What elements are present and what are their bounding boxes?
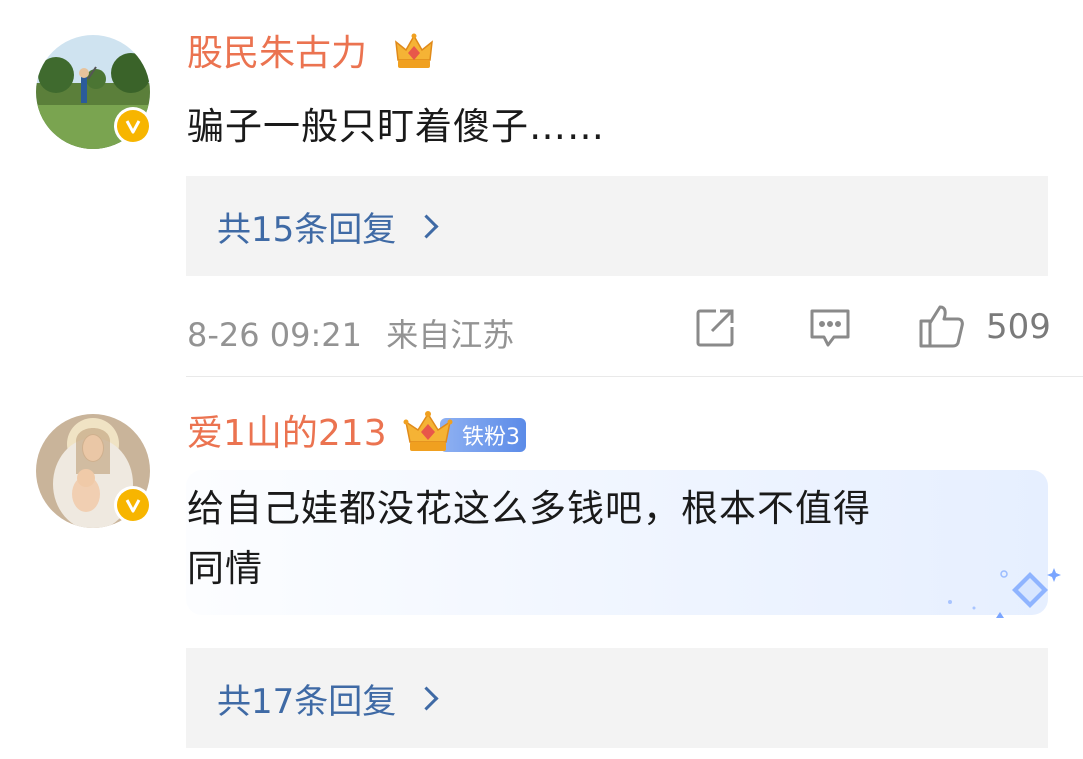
username[interactable]: 股民朱古力 [187,32,367,76]
crown-icon[interactable] [392,30,436,78]
replies-label: 共17条回复 [217,681,397,722]
comment-meta: 8-26 09:21 来自江苏 [187,310,514,356]
replies-button[interactable]: 共17条回复 [186,648,1048,748]
fan-badge-label: 铁粉3 [462,425,520,450]
username[interactable]: 爱1山的213 [187,412,387,456]
comment-location: 来自江苏 [386,316,515,354]
crown-icon [402,408,454,460]
comment-icon[interactable] [808,307,852,353]
avatar[interactable] [36,414,152,528]
diamond-icon [944,562,1070,626]
verified-icon [114,107,152,145]
chevron-right-icon [414,213,439,239]
comment-text-line-1: 给自己娃都没花这么多钱吧，根本不值得 [187,487,871,530]
replies-button[interactable]: 共15条回复 [186,176,1048,276]
like-count: 509 [986,307,1051,347]
like-icon[interactable] [918,303,966,353]
comment-text: 骗子一般只盯着傻子…… [187,105,605,148]
avatar[interactable] [36,35,152,149]
divider [186,376,1083,377]
chevron-right-icon [414,685,439,711]
repost-icon[interactable] [694,307,736,353]
comment-text-line-2: 同情 [187,547,263,590]
comment-date: 8-26 09:21 [187,316,363,354]
replies-label: 共15条回复 [217,209,397,250]
verified-icon [114,486,152,524]
